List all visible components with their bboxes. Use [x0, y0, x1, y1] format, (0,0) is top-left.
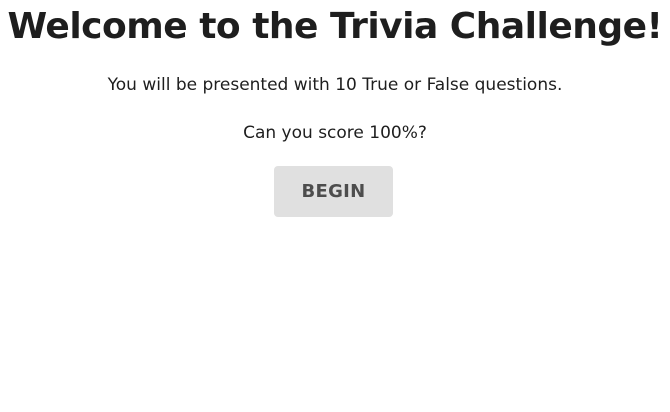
page-title: Welcome to the Trivia Challenge! — [7, 6, 663, 47]
intro-text: You will be presented with 10 True or Fa… — [107, 75, 563, 95]
begin-button[interactable]: BEGIN — [274, 166, 393, 217]
welcome-screen: Welcome to the Trivia Challenge! You wil… — [0, 0, 670, 412]
score-prompt: Can you score 100%? — [243, 123, 427, 143]
